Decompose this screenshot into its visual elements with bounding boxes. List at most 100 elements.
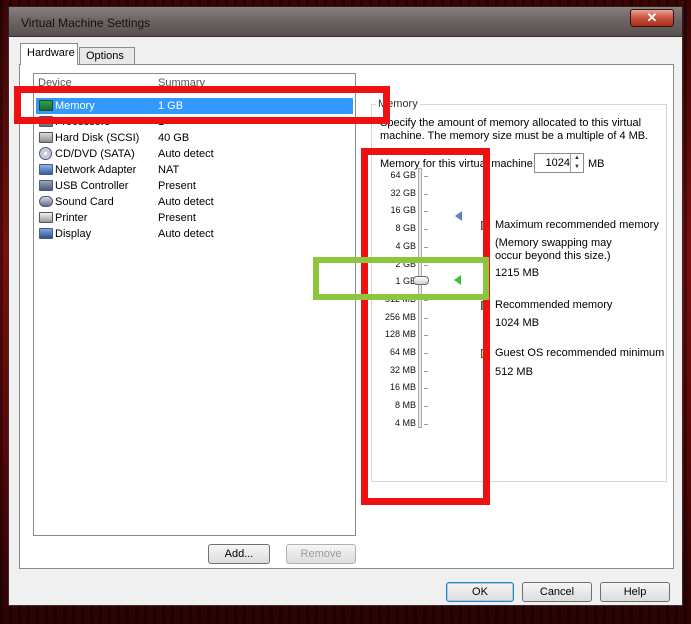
scale-tick <box>424 176 428 177</box>
scale-label: 8 GB <box>395 223 416 234</box>
device-name: USB Controller <box>55 180 129 192</box>
scale-label: 256 MB <box>384 311 416 322</box>
window-title: Virtual Machine Settings <box>21 16 151 30</box>
scale-tick <box>424 299 428 301</box>
scale-label: 16 GB <box>390 205 416 216</box>
spin-up-icon[interactable]: ▲ <box>571 154 583 163</box>
device-name: CD/DVD (SATA) <box>55 148 135 160</box>
scale-label: 4 MB <box>394 417 416 428</box>
device-summary: Present <box>158 212 196 224</box>
device-name: Sound Card <box>55 196 114 208</box>
printer-icon <box>39 212 53 223</box>
device-summary: Auto detect <box>158 196 214 208</box>
memory-icon <box>39 100 53 111</box>
scale-label: 64 GB <box>390 170 416 180</box>
minimum-title: Guest OS recommended minimum <box>495 347 665 359</box>
recommended-value: 1024 MB <box>495 317 540 329</box>
list-item-sound-card[interactable]: Sound Card Auto detect <box>36 194 353 210</box>
memory-description: Specify the amount of memory allocated t… <box>380 117 649 142</box>
device-summary: 1 <box>158 116 165 128</box>
minimum-legend-icon <box>481 349 490 358</box>
cancel-button[interactable]: Cancel <box>522 582 592 602</box>
recommended-title: Recommended memory <box>495 299 613 311</box>
list-item-memory[interactable]: Memory 1 GB <box>36 98 353 114</box>
device-summary: 1 GB <box>158 100 184 112</box>
close-icon: ✕ <box>646 10 658 25</box>
list-item-display[interactable]: Display Auto detect <box>36 226 353 242</box>
cd-dvd-icon <box>39 147 52 160</box>
scale-tick <box>424 264 428 266</box>
usb-icon <box>39 180 53 191</box>
memory-size-value: 1024 <box>545 157 570 169</box>
memory-spinner[interactable]: ▲ ▼ <box>570 154 583 172</box>
tab-options[interactable]: Options <box>79 47 135 65</box>
recommended-legend-icon <box>481 301 490 310</box>
scale-tick <box>424 406 428 408</box>
scale-tick <box>424 193 428 195</box>
device-name: Network Adapter <box>55 164 137 176</box>
list-item-printer[interactable]: Printer Present <box>36 210 353 226</box>
scale-tick <box>424 246 428 248</box>
device-list[interactable]: Device Summary Memory 1 GB Processors 1 … <box>33 73 356 536</box>
scale-label: 1 GB <box>395 276 416 287</box>
dialog-client: Hardware Options Device Summary Memory 1… <box>8 36 683 606</box>
memory-slider-track[interactable] <box>418 168 422 428</box>
list-item-hard-disk[interactable]: Hard Disk (SCSI) 40 GB <box>36 130 353 146</box>
list-item-cd-dvd[interactable]: CD/DVD (SATA) Auto detect <box>36 146 353 162</box>
scale-label: 16 MB <box>389 382 416 393</box>
scale-tick <box>424 388 428 390</box>
scale-label: 32 MB <box>389 364 416 375</box>
scale-label: 128 MB <box>384 329 416 340</box>
help-button[interactable]: Help <box>600 582 670 602</box>
max-recommended-note: (Memory swapping may occur beyond this s… <box>495 237 612 262</box>
device-name: Display <box>55 228 92 240</box>
scale-tick <box>424 211 428 213</box>
scale-label: 32 GB <box>390 187 416 198</box>
max-recommended-marker-icon <box>455 211 462 221</box>
memory-field-label: Memory for this virtual machine: <box>380 158 536 170</box>
device-name: Processors <box>55 116 111 128</box>
scale-label: 4 GB <box>395 240 416 251</box>
scale-label: 512 MB <box>384 293 416 304</box>
memory-slider-thumb[interactable] <box>413 276 429 285</box>
device-name: Hard Disk (SCSI) <box>55 132 140 144</box>
scale-tick <box>424 353 428 354</box>
close-button[interactable]: ✕ <box>630 9 674 27</box>
scale-tick <box>424 229 428 231</box>
display-icon <box>39 228 53 239</box>
hardware-panel: Device Summary Memory 1 GB Processors 1 … <box>19 64 674 569</box>
memory-size-input[interactable]: 1024 ▲ ▼ <box>534 153 584 173</box>
hard-disk-icon <box>39 132 53 143</box>
device-summary: 40 GB <box>158 132 190 144</box>
network-adapter-icon <box>39 164 53 175</box>
add-button[interactable]: Add... <box>208 544 270 564</box>
minimum-value: 512 MB <box>495 366 533 378</box>
memory-group-label: Memory <box>376 98 420 110</box>
tab-hardware[interactable]: Hardware <box>20 43 78 65</box>
memory-unit-label: MB <box>588 158 605 170</box>
column-header-device[interactable]: Device <box>38 76 72 90</box>
remove-button[interactable]: Remove <box>286 544 356 564</box>
scale-tick <box>424 370 428 372</box>
list-item-usb-controller[interactable]: USB Controller Present <box>36 178 353 194</box>
recommended-marker-icon <box>454 275 461 285</box>
scale-label: 8 MB <box>394 400 416 411</box>
device-name: Memory <box>55 100 95 112</box>
device-summary: Present <box>158 180 196 192</box>
device-summary: Auto detect <box>158 148 214 160</box>
device-summary: NAT <box>158 164 180 176</box>
list-item-processors[interactable]: Processors 1 <box>36 114 353 130</box>
column-header-summary[interactable]: Summary <box>158 76 205 90</box>
scale-tick <box>424 423 428 425</box>
scale-tick <box>424 317 428 319</box>
max-recommended-title: Maximum recommended memory <box>495 219 659 231</box>
scale-label: 2 GB <box>395 258 416 269</box>
title-bar[interactable]: Virtual Machine Settings ✕ <box>8 6 683 36</box>
scale-tick <box>424 335 428 337</box>
scale-label: 64 MB <box>389 347 416 357</box>
device-summary: Auto detect <box>158 228 214 240</box>
processor-icon <box>39 116 53 127</box>
list-item-network-adapter[interactable]: Network Adapter NAT <box>36 162 353 178</box>
spin-down-icon[interactable]: ▼ <box>571 163 583 172</box>
ok-button[interactable]: OK <box>446 582 514 602</box>
